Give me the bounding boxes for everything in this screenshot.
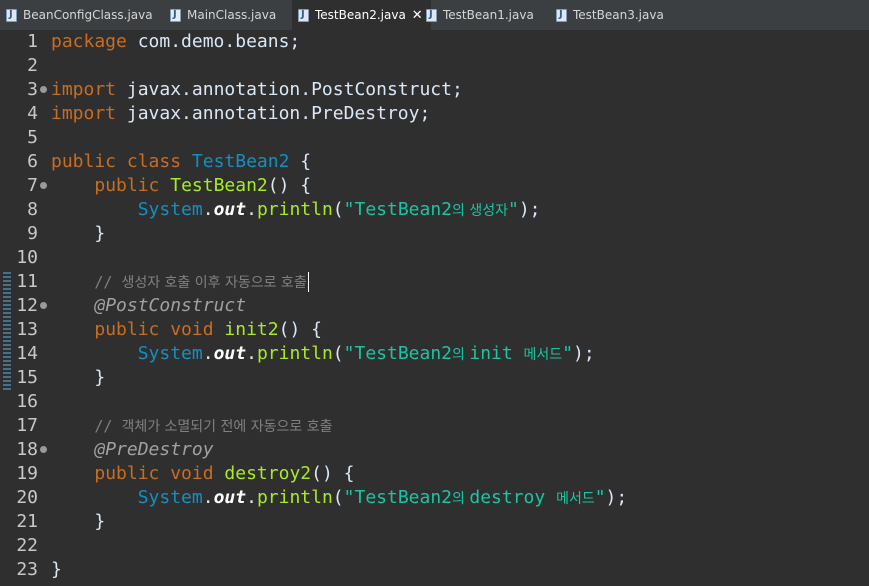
code-line[interactable]: 6 public class TestBean2 { [0,150,869,174]
line-content: package com.demo.beans; [51,31,301,52]
line-content: // 생성자 호출 이후 자동으로 호출 [94,272,309,292]
code-line[interactable]: 22 [0,534,869,558]
java-main-file-icon [170,8,181,22]
line-number: 11 [16,271,38,292]
line-number: 7 [27,175,38,196]
line-content: System.out.println("TestBean2의 destroy 메… [137,487,628,508]
code-line[interactable]: 12 @PostConstruct [0,294,869,318]
line-content: import javax.annotation.PreDestroy; [51,103,431,124]
fold-toggle-icon[interactable] [40,446,47,453]
code-line[interactable]: 9 } [0,222,869,246]
line-content: public void init2() { [94,319,322,340]
line-number: 6 [27,151,38,172]
line-content: System.out.println("TestBean2의 생성자"); [137,199,541,220]
tab-label: TestBean2.java [315,8,406,22]
tab-beanconfigclass[interactable]: BeanConfigClass.java [6,0,153,30]
code-line[interactable]: 21 } [0,510,869,534]
code-line[interactable]: 2 [0,54,869,78]
close-tab-icon[interactable]: ✕ [412,8,423,23]
code-line[interactable]: 17 // 객체가 소멸되기 전에 자동으로 호출 [0,414,869,438]
fold-toggle-icon[interactable] [40,302,47,309]
line-content: } [94,367,106,388]
tab-label: BeanConfigClass.java [23,8,153,22]
java-file-icon [6,8,17,22]
line-content: public class TestBean2 { [51,151,312,172]
line-content: import javax.annotation.PostConstruct; [51,79,463,100]
java-file-icon [298,8,309,22]
code-line-current[interactable]: 11 // 생성자 호출 이후 자동으로 호출 [0,270,869,294]
line-number: 10 [16,247,38,268]
line-number: 4 [27,103,38,124]
code-line[interactable]: 8 System.out.println("TestBean2의 생성자"); [0,198,869,222]
line-number: 2 [27,55,38,76]
code-line[interactable]: 3 import javax.annotation.PostConstruct; [0,78,869,102]
code-line[interactable]: 15 } [0,366,869,390]
tab-mainclass[interactable]: MainClass.java [170,0,276,30]
line-number: 15 [16,367,38,388]
fold-toggle-icon[interactable] [40,182,47,189]
line-content: @PreDestroy [94,439,214,460]
line-content: } [94,223,106,244]
line-number: 8 [27,199,38,220]
line-number: 17 [16,415,38,436]
text-cursor [307,272,309,292]
line-content: public TestBean2() { [94,175,312,196]
code-line[interactable]: 14 System.out.println("TestBean2의 init 메… [0,342,869,366]
line-content: public void destroy2() { [94,463,355,484]
line-content: @PostConstruct [94,295,247,316]
line-number: 20 [16,487,38,508]
line-content: System.out.println("TestBean2의 init 메서드"… [137,343,595,364]
code-line[interactable]: 1 package com.demo.beans; [0,30,869,54]
line-number: 13 [16,319,38,340]
tab-label: TestBean3.java [573,8,664,22]
java-file-icon [556,8,567,22]
line-number: 12 [16,295,38,316]
code-line[interactable]: 5 [0,126,869,150]
line-content: } [51,559,62,580]
tab-testbean2[interactable]: TestBean2.java ✕ [292,0,431,30]
line-number: 5 [27,127,38,148]
tab-label: TestBean1.java [443,8,534,22]
code-line[interactable]: 23 } [0,558,869,582]
line-content: // 객체가 소멸되기 전에 자동으로 호출 [94,417,333,435]
line-number: 21 [16,511,38,532]
code-line[interactable]: 19 public void destroy2() { [0,462,869,486]
code-line[interactable]: 16 [0,390,869,414]
code-line[interactable]: 7 public TestBean2() { [0,174,869,198]
code-line[interactable]: 18 @PreDestroy [0,438,869,462]
editor-tab-bar: BeanConfigClass.java MainClass.java Test… [0,0,869,31]
line-number: 19 [16,463,38,484]
line-number: 22 [16,535,38,556]
line-content: } [94,511,106,532]
java-file-icon [426,8,437,22]
tab-testbean3[interactable]: TestBean3.java [556,0,664,30]
line-number: 9 [27,223,38,244]
fold-toggle-icon[interactable] [40,86,47,93]
line-number: 16 [16,391,38,412]
code-line[interactable]: 20 System.out.println("TestBean2의 destro… [0,486,869,510]
code-line[interactable]: 10 [0,246,869,270]
line-number: 3 [27,79,38,100]
code-line[interactable]: 13 public void init2() { [0,318,869,342]
tab-testbean1[interactable]: TestBean1.java [426,0,534,30]
line-number: 23 [16,559,38,580]
code-line[interactable]: 4 import javax.annotation.PreDestroy; [0,102,869,126]
line-number: 18 [16,439,38,460]
tab-label: MainClass.java [187,8,277,22]
line-number: 1 [27,31,38,52]
line-number: 14 [16,343,38,364]
code-editor[interactable]: 1 package com.demo.beans; 2 3 import jav… [0,30,869,586]
